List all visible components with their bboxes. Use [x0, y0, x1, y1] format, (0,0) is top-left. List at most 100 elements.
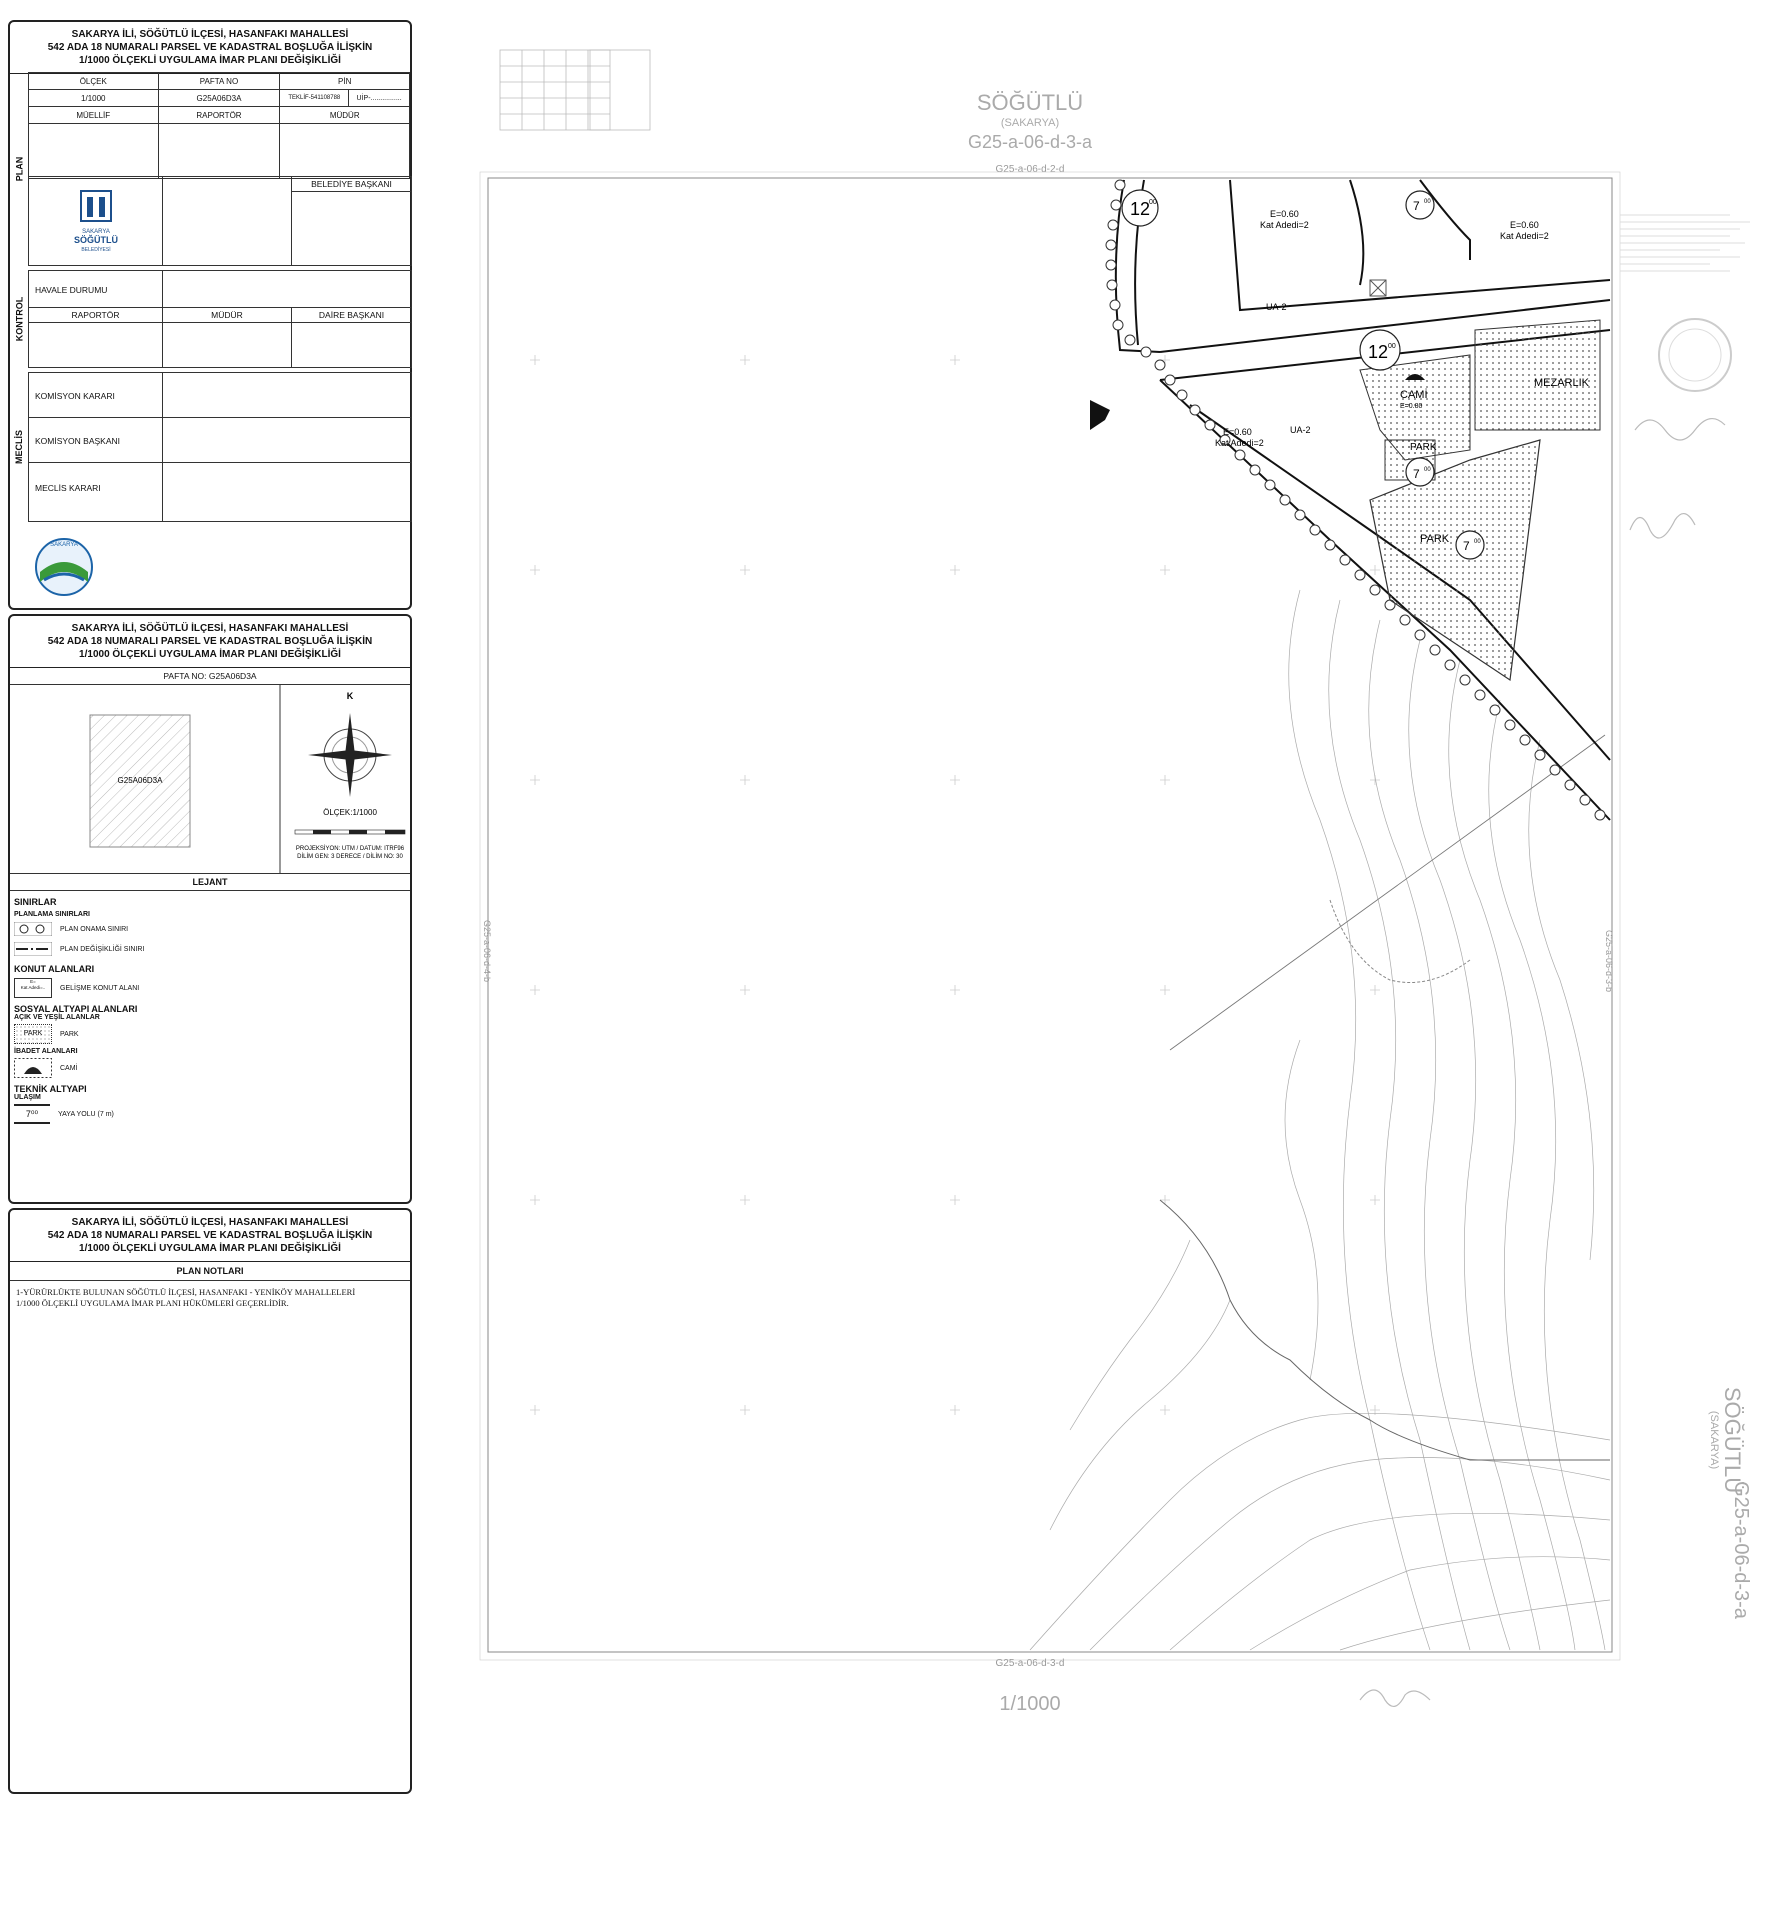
north-letter: K [347, 691, 354, 701]
sogutlu-logo-cell: SAKARYA SÖĞÜTLÜ BELEDİYESİ [28, 176, 163, 266]
legend-group-housing: KONUT ALANLARI [14, 964, 95, 974]
plan-note-line: 1/1000 ÖLÇEKLİ UYGULAMA İMAR PLANI HÜKÜM… [16, 1298, 289, 1308]
svg-text:(SAKARYA): (SAKARYA) [1708, 1411, 1720, 1469]
plan-info-table: ÖLÇEK PAFTA NO PİN 1/1000 G25A06D3A TEKL… [28, 72, 410, 179]
map-city-title: SÖĞÜTLÜ [977, 90, 1083, 115]
title-line: SAKARYA İLİ, SÖĞÜTLÜ İLÇESİ, HASANFAKI M… [71, 1217, 349, 1228]
approval-boundary-icon [14, 922, 52, 936]
floors-label: Kat Adedi=2 [1260, 220, 1309, 230]
road-width-12: 12 [1368, 342, 1388, 362]
map-sheet-code: G25-a-06-d-3-a [968, 132, 1093, 152]
legend-item: PLAN DEĞİŞİKLİĞİ SINIRI [14, 942, 406, 956]
adjacent-sheet-right: G25-a-06-d-3-b [1604, 930, 1614, 992]
svg-text:BELEDİYESİ: BELEDİYESİ [81, 246, 110, 253]
pin-header: PİN [279, 72, 410, 90]
plan-section-label: PLAN [10, 72, 29, 266]
floors-label: Kat Adedi=2 [1215, 438, 1264, 448]
empty-cell [162, 462, 412, 522]
empty-cell [162, 372, 412, 418]
ua-label: UA-2 [1266, 302, 1287, 312]
housing-symbol-icon: E= Kat Adedi=.. [14, 978, 52, 998]
legend-group-social: SOSYAL ALTYAPI ALANLARI [14, 1004, 138, 1014]
ua-label: UA-2 [1290, 425, 1311, 435]
commission-chair: KOMİSYON BAŞKANI [28, 417, 163, 463]
scale-text: ÖLÇEK:1/1000 [323, 808, 377, 817]
title-block-panel: SAKARYA İLİ, SÖĞÜTLÜ İLÇESİ, HASANFAKI M… [8, 20, 412, 610]
road-width-12: 12 [1130, 199, 1150, 219]
roads [1114, 179, 1611, 821]
mayor-label: BELEDİYE BAŞKANI [292, 177, 411, 192]
map-side-title: SÖĞÜTLÜ (SAKARYA) G25-a-06-d-3-a [1708, 1387, 1752, 1620]
coordinate-grid-crosses [530, 355, 1380, 1415]
sheet-value: G25A06D3A [157, 89, 281, 107]
title-line: 1/1000 ÖLÇEKLİ UYGULAMA İMAR PLANI DEĞİŞ… [79, 55, 341, 66]
signature [1634, 418, 1726, 441]
sheet-index-grid [499, 49, 651, 131]
panel2-title: SAKARYA İLİ, SÖĞÜTLÜ İLÇESİ, HASANFAKI M… [10, 616, 410, 668]
adjacent-sheet-top: G25-a-06-d-2-d [996, 164, 1065, 175]
sheet-index-label: G25A06D3A [118, 776, 164, 785]
uip-value: UİP-................ [348, 89, 410, 107]
change-boundary-icon [14, 942, 52, 956]
stream-line [1329, 899, 1471, 983]
park-symbol-icon: PARK [14, 1024, 52, 1044]
map-area: SÖĞÜTLÜ (SAKARYA) G25-a-06-d-3-a G25-a-0… [470, 0, 1786, 1920]
legend-list: SINIRLAR PLANLAMA SINIRLARI PLAN ONAMA S… [10, 891, 410, 1130]
author-header: MÜELLİF [28, 106, 159, 124]
legend-item: PARK PARK [14, 1024, 406, 1044]
panel3-title: SAKARYA İLİ, SÖĞÜTLÜ İLÇESİ, HASANFAKI M… [10, 1210, 410, 1262]
boundary-line [1169, 734, 1606, 1051]
signature [1359, 1689, 1431, 1707]
mosque-density: E=0.80 [1400, 403, 1422, 410]
map-scale: 1/1000 [999, 1693, 1060, 1715]
scale-value: 1/1000 [28, 89, 159, 107]
empty-cell [162, 322, 292, 368]
legend-item: PLAN ONAMA SINIRI [14, 922, 406, 936]
map-province: (SAKARYA) [1001, 117, 1059, 129]
approval-seal [1658, 318, 1732, 392]
control-director: MÜDÜR [162, 307, 292, 323]
plan-notes-panel: SAKARYA İLİ, SÖĞÜTLÜ İLÇESİ, HASANFAKI M… [8, 1208, 412, 1794]
empty-cell [162, 417, 412, 463]
projection-text: DİLİM GEN: 3 DERECE / DİLİM NO: 30 [297, 853, 403, 860]
director-header: MÜDÜR [279, 106, 410, 124]
council-section-label: MECLİS [10, 372, 29, 522]
road-width-sup: 00 [1388, 343, 1396, 350]
legend-item: E= Kat Adedi=.. GELİŞME KONUT ALANI [14, 978, 406, 998]
road-width-7: 7 [1413, 199, 1420, 213]
legend-subgroup: PLANLAMA SINIRLARI [14, 911, 90, 918]
council-decision: MECLİS KARARI [28, 462, 163, 522]
title-line: 542 ADA 18 NUMARALI PARSEL VE KADASTRAL … [47, 1230, 373, 1241]
road-width-sup: 00 [1424, 467, 1431, 473]
adjacent-sheet-bottom: G25-a-06-d-3-d [996, 1658, 1065, 1669]
approval-stamp-text-lines [1620, 214, 1750, 272]
sheet-number: PAFTA NO: G25A06D3A [10, 668, 410, 685]
legend-item: CAMİ [14, 1058, 406, 1078]
road-width-sup: 00 [1424, 199, 1431, 205]
adjacent-sheet-left: G25-a-06-d-4-b [482, 920, 492, 982]
road-width-sup: 00 [1474, 539, 1481, 545]
title-line: 1/1000 ÖLÇEKLİ UYGULAMA İMAR PLANI DEĞİŞ… [79, 1243, 341, 1254]
sheet-index-and-north: G25A06D3A K ÖLÇEK:1/1000 PROJEKSİYON: UT… [10, 685, 410, 874]
offer-value: TEKLİF-541108788 [279, 89, 350, 107]
compass-rose-icon [308, 713, 392, 797]
projection-text: PROJEKSİYON: UTM / DATUM: ITRF96 [296, 845, 405, 852]
scale-bar [294, 829, 406, 835]
empty-cell [291, 322, 412, 368]
road-width-sup: 00 [1149, 199, 1157, 206]
svg-text:SÖĞÜTLÜ: SÖĞÜTLÜ [74, 234, 118, 245]
control-section-label: KONTROL [10, 270, 29, 368]
referral-status-value [162, 270, 412, 308]
road-width-7: 7 [1413, 467, 1420, 481]
legend-group-boundaries: SINIRLAR [14, 897, 57, 907]
commission-decision: KOMİSYON KARARI [28, 372, 163, 418]
signature [1629, 513, 1696, 539]
referral-status-label: HAVALE DURUMU [28, 270, 163, 308]
footpath-symbol-icon: 7⁰⁰ [14, 1104, 50, 1124]
park-label: PARK [1410, 442, 1437, 453]
plan-notes-title: PLAN NOTLARI [10, 1262, 410, 1281]
sakarya-logo: SAKARYA [35, 538, 93, 596]
control-dept-head: DAİRE BAŞKANI [291, 307, 412, 323]
legend-subgroup: AÇIK VE YEŞİL ALANLAR [14, 1014, 100, 1021]
cemetery-label: MEZARLIK [1534, 377, 1590, 389]
